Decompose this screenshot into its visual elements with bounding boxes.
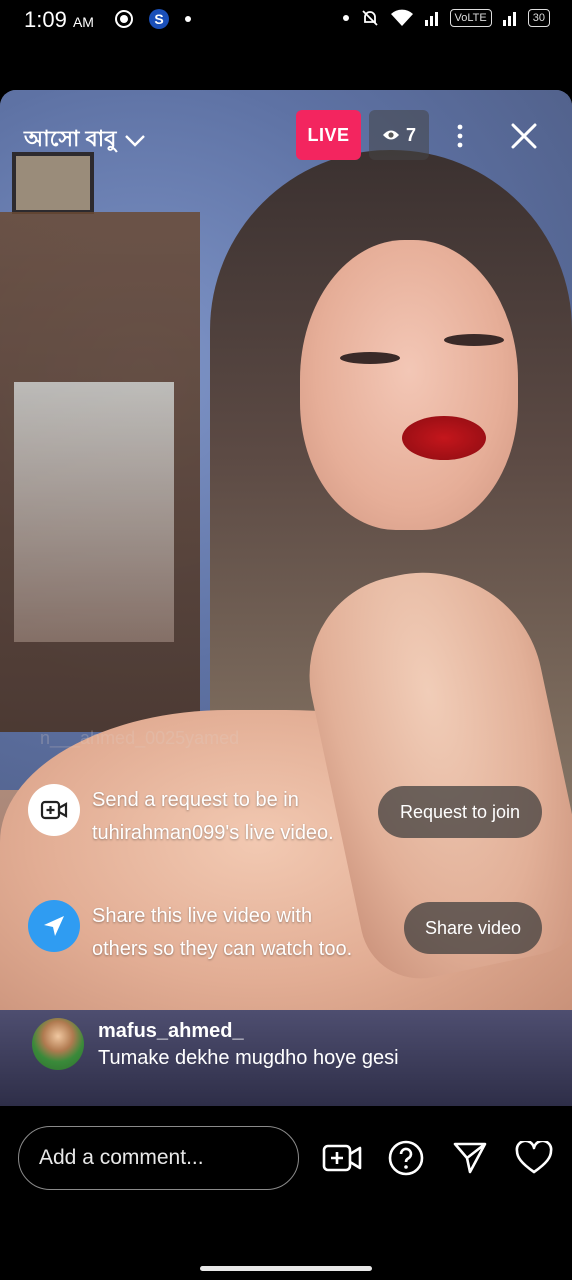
- signal-icon: [502, 12, 516, 26]
- more-vertical-icon: [457, 124, 463, 148]
- avatar[interactable]: [32, 1018, 84, 1070]
- share-video-text: Share this live video with others so the…: [92, 905, 353, 960]
- clock: 1:09 AM: [24, 7, 94, 33]
- live-badge: LIVE: [296, 110, 361, 160]
- status-bar: 1:09 AM S VoLTE 30: [0, 0, 572, 38]
- video-subject-eye: [340, 352, 400, 364]
- bottom-action-bar: Add a comment...: [0, 1106, 572, 1210]
- volte-badge: VoLTE: [449, 9, 492, 27]
- dot-icon: [342, 15, 349, 21]
- close-button[interactable]: [506, 118, 542, 154]
- close-icon: [511, 123, 537, 149]
- system-nav-bar: [0, 1210, 572, 1280]
- dot-icon: [185, 16, 191, 22]
- video-subject-lips: [402, 416, 486, 460]
- video-subject-face: [300, 240, 518, 530]
- eye-icon: [382, 130, 399, 140]
- share-video-button[interactable]: Share video: [404, 902, 542, 954]
- home-indicator[interactable]: [200, 1266, 372, 1271]
- notification-icons: S: [114, 8, 192, 30]
- wifi-icon: [390, 9, 413, 26]
- video-add-icon-wrapper: [28, 784, 80, 836]
- live-header: আসো বাবু LIVE 7: [0, 110, 572, 162]
- question-icon: [388, 1140, 424, 1176]
- app-s-icon: S: [149, 9, 169, 29]
- system-icons: VoLTE 30: [342, 8, 550, 28]
- comment-input[interactable]: Add a comment...: [18, 1126, 299, 1190]
- mute-bell-icon: [361, 10, 378, 26]
- chevron-down-icon: [125, 134, 146, 147]
- svg-text:S: S: [154, 11, 163, 27]
- streamer-name: আসো বাবু: [24, 126, 117, 151]
- share-button[interactable]: [450, 1138, 490, 1178]
- signal-icon: [424, 12, 438, 26]
- battery-indicator: 30: [527, 9, 550, 27]
- comment-body: mafus_ahmed_ Tumake dekhe mugdho hoye ge…: [98, 1018, 399, 1072]
- viewer-count: 7: [405, 124, 416, 145]
- video-subject-eye: [444, 334, 504, 346]
- clock-ampm: AM: [72, 14, 94, 30]
- comment-text: Tumake dekhe mugdho hoye gesi: [98, 1047, 399, 1069]
- send-icon: [44, 916, 64, 936]
- streamer-name-button[interactable]: আসো বাবু: [24, 122, 146, 159]
- comment-item: mafus_ahmed_ Tumake dekhe mugdho hoye ge…: [32, 1018, 542, 1072]
- faded-comment: n___ahmed_0025yamed: [40, 728, 240, 748]
- comment-username[interactable]: mafus_ahmed_: [98, 1018, 399, 1044]
- send-icon-wrapper: [28, 900, 80, 952]
- request-to-join-button[interactable]: Request to join: [378, 786, 542, 838]
- video-shelf: [0, 212, 200, 732]
- request-join-text: Send a request to be in tuhirahman099's …: [92, 789, 334, 844]
- heart-icon: [515, 1141, 553, 1174]
- video-add-icon: [322, 1144, 362, 1172]
- request-video-button[interactable]: [322, 1138, 362, 1178]
- record-icon: [115, 10, 133, 28]
- like-button[interactable]: [514, 1138, 554, 1178]
- more-options-button[interactable]: [448, 122, 472, 150]
- question-button[interactable]: [386, 1138, 426, 1178]
- viewer-count-button[interactable]: 7: [369, 110, 429, 160]
- send-icon: [453, 1142, 487, 1174]
- clock-time: 1:09: [24, 7, 67, 32]
- video-add-icon: [40, 800, 68, 820]
